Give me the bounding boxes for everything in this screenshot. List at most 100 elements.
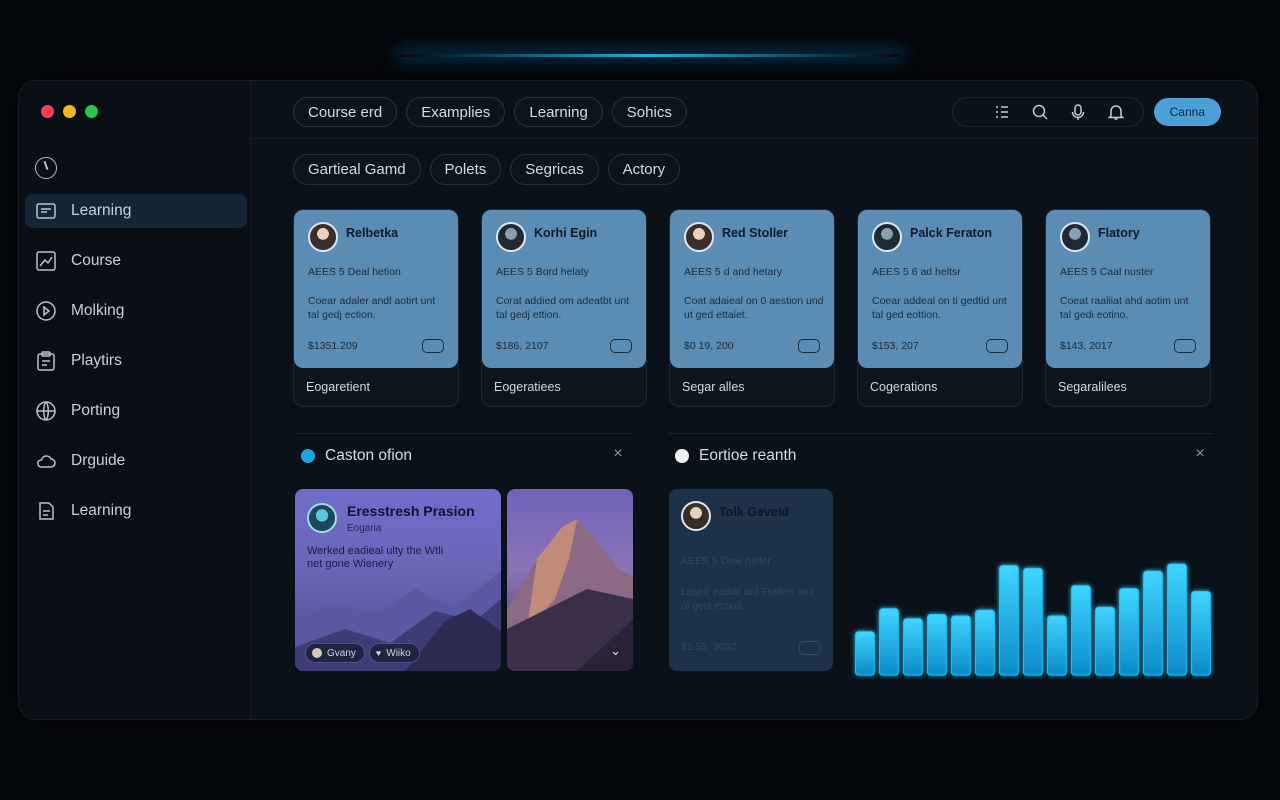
chip-like[interactable]: ♥ Wiiko <box>368 643 420 663</box>
chart-bar <box>855 631 875 676</box>
list-icon[interactable] <box>992 102 1012 122</box>
avatar <box>308 222 338 252</box>
course-card-body: Flatory AEES 5 Caal nuster Coeat raaliia… <box>1046 210 1210 368</box>
chart-icon <box>35 250 57 272</box>
window-controls <box>41 105 98 118</box>
card-price: $143, 2017 <box>1060 340 1113 352</box>
filter-chip[interactable]: Actory <box>607 154 681 185</box>
status-dot <box>301 449 315 463</box>
section-divider <box>669 433 1213 434</box>
filter-chip[interactable]: Polets <box>429 154 502 185</box>
avatar <box>1060 222 1090 252</box>
card-subtitle: AEES 5 Bord helaty <box>496 266 589 278</box>
course-card[interactable]: Relbetka AEES 5 Deal hetion Coear adaler… <box>293 209 459 407</box>
bell-icon[interactable] <box>1106 102 1126 122</box>
main-content: Course erd Examplies Learning Sohics Can… <box>251 81 1257 719</box>
tab-examplies[interactable]: Examplies <box>406 97 506 127</box>
sidebar-item-label: Course <box>71 252 121 269</box>
ticket-icon[interactable] <box>986 339 1008 353</box>
avatar <box>684 222 714 252</box>
card-price: $1351.209 <box>308 340 358 352</box>
toolbar-icons <box>951 97 1144 127</box>
clipboard-icon <box>35 350 57 372</box>
card-description: Coear adaler andl aotirt unt tal gedj ec… <box>308 295 436 321</box>
chart-bar <box>1071 585 1091 676</box>
course-card-body: Red Stoller AEES 5 d and hetary Coat ada… <box>670 210 834 368</box>
tab-learning[interactable]: Learning <box>514 97 603 127</box>
sidebar-nav: Learning Course Molking Playtirs Porting… <box>25 194 247 544</box>
ticket-icon[interactable] <box>1174 339 1196 353</box>
card-name: Palck Feraton <box>910 226 992 240</box>
sidebar-item-playtirs[interactable]: Playtirs <box>25 344 247 378</box>
header-tabs: Course erd Examplies Learning Sohics <box>293 97 696 127</box>
chart-bar <box>951 615 971 676</box>
feature-title: Eresstresh Prasion <box>347 503 475 519</box>
compass-icon[interactable] <box>35 157 57 179</box>
heart-icon: ♥ <box>375 648 382 658</box>
feature-subtitle: Eogaria <box>347 523 382 534</box>
close-window-button[interactable] <box>41 105 54 118</box>
primary-action-button[interactable]: Canna <box>1153 98 1221 126</box>
chart-bar <box>975 609 995 676</box>
chart-bar <box>903 618 923 676</box>
profile-card[interactable]: Tolk Geveid AEES 5 Deal heller Lased ead… <box>669 489 833 671</box>
avatar <box>872 222 902 252</box>
filter-chip[interactable]: Gartieal Gamd <box>293 154 421 185</box>
chip-label: Gvany <box>327 647 356 659</box>
course-card-body: Korhi Egin AEES 5 Bord helaty Corat addi… <box>482 210 646 368</box>
feature-card[interactable]: Eresstresh Prasion Eogaria Werked eadiea… <box>295 489 501 671</box>
chart-bar <box>1167 563 1187 676</box>
close-icon[interactable]: × <box>1193 446 1207 462</box>
user-avatar-icon <box>312 648 322 658</box>
card-footer: Eogaretient <box>306 380 370 394</box>
tab-course-erd[interactable]: Course erd <box>293 97 398 127</box>
chart-bar <box>927 614 947 676</box>
card-price: $153, 207 <box>872 340 919 352</box>
course-card[interactable]: Red Stoller AEES 5 d and hetary Coat ada… <box>669 209 835 407</box>
sidebar-item-porting[interactable]: Porting <box>25 394 247 428</box>
app-window: Learning Course Molking Playtirs Porting… <box>18 80 1258 720</box>
chart-bar <box>1047 615 1067 676</box>
mountain-image[interactable]: ⌄ <box>507 489 633 671</box>
chart-bar <box>879 608 899 676</box>
header-tools: Canna <box>951 97 1221 127</box>
sidebar-item-course[interactable]: Course <box>25 244 247 278</box>
sidebar-item-label: Playtirs <box>71 352 122 369</box>
microphone-icon[interactable] <box>1068 102 1088 122</box>
minimize-window-button[interactable] <box>63 105 76 118</box>
play-icon <box>35 300 57 322</box>
card-subtitle: AEES 5 Deal hetion <box>308 266 401 278</box>
chip-user[interactable]: Gvany <box>305 643 365 663</box>
sidebar-item-molking[interactable]: Molking <box>25 294 247 328</box>
course-card-body: Palck Feraton AEES 5 6 ad heltsr Coear a… <box>858 210 1022 368</box>
globe-icon <box>35 400 57 422</box>
course-card[interactable]: Korhi Egin AEES 5 Bord helaty Corat addi… <box>481 209 647 407</box>
sidebar-item-label: Porting <box>71 402 121 419</box>
ticket-icon[interactable] <box>610 339 632 353</box>
course-card[interactable]: Flatory AEES 5 Caal nuster Coeat raaliia… <box>1045 209 1211 407</box>
search-icon[interactable] <box>1030 102 1050 122</box>
bar-chart-svg <box>855 563 1211 676</box>
sidebar-item-drguide[interactable]: Drguide <box>25 444 247 478</box>
ticket-icon[interactable] <box>422 339 444 353</box>
profile-subtitle: AEES 5 Deal heller <box>681 555 771 567</box>
ticket-icon[interactable] <box>798 339 820 353</box>
section-header-right: Eortioe reanth <box>675 447 796 465</box>
sidebar-item-learning[interactable]: Learning <box>25 194 247 228</box>
sidebar-item-label: Molking <box>71 302 125 319</box>
card-name: Relbetka <box>346 226 399 240</box>
ticket-icon[interactable] <box>799 641 821 655</box>
top-glow-line <box>400 54 900 57</box>
course-card[interactable]: Palck Feraton AEES 5 6 ad heltsr Coear a… <box>857 209 1023 407</box>
cloud-icon <box>35 450 57 472</box>
chart-bar <box>999 565 1019 676</box>
close-icon[interactable]: × <box>611 446 625 462</box>
chevron-down-icon[interactable]: ⌄ <box>610 643 621 659</box>
maximize-window-button[interactable] <box>85 105 98 118</box>
tab-sohics[interactable]: Sohics <box>611 97 687 127</box>
filter-chip[interactable]: Segricas <box>510 154 599 185</box>
card-price: $186, 2107 <box>496 340 549 352</box>
profile-name: Tolk Geveid <box>719 505 789 519</box>
feature-chips: Gvany ♥ Wiiko <box>305 643 424 663</box>
sidebar-item-learning-2[interactable]: Learning <box>25 494 247 528</box>
